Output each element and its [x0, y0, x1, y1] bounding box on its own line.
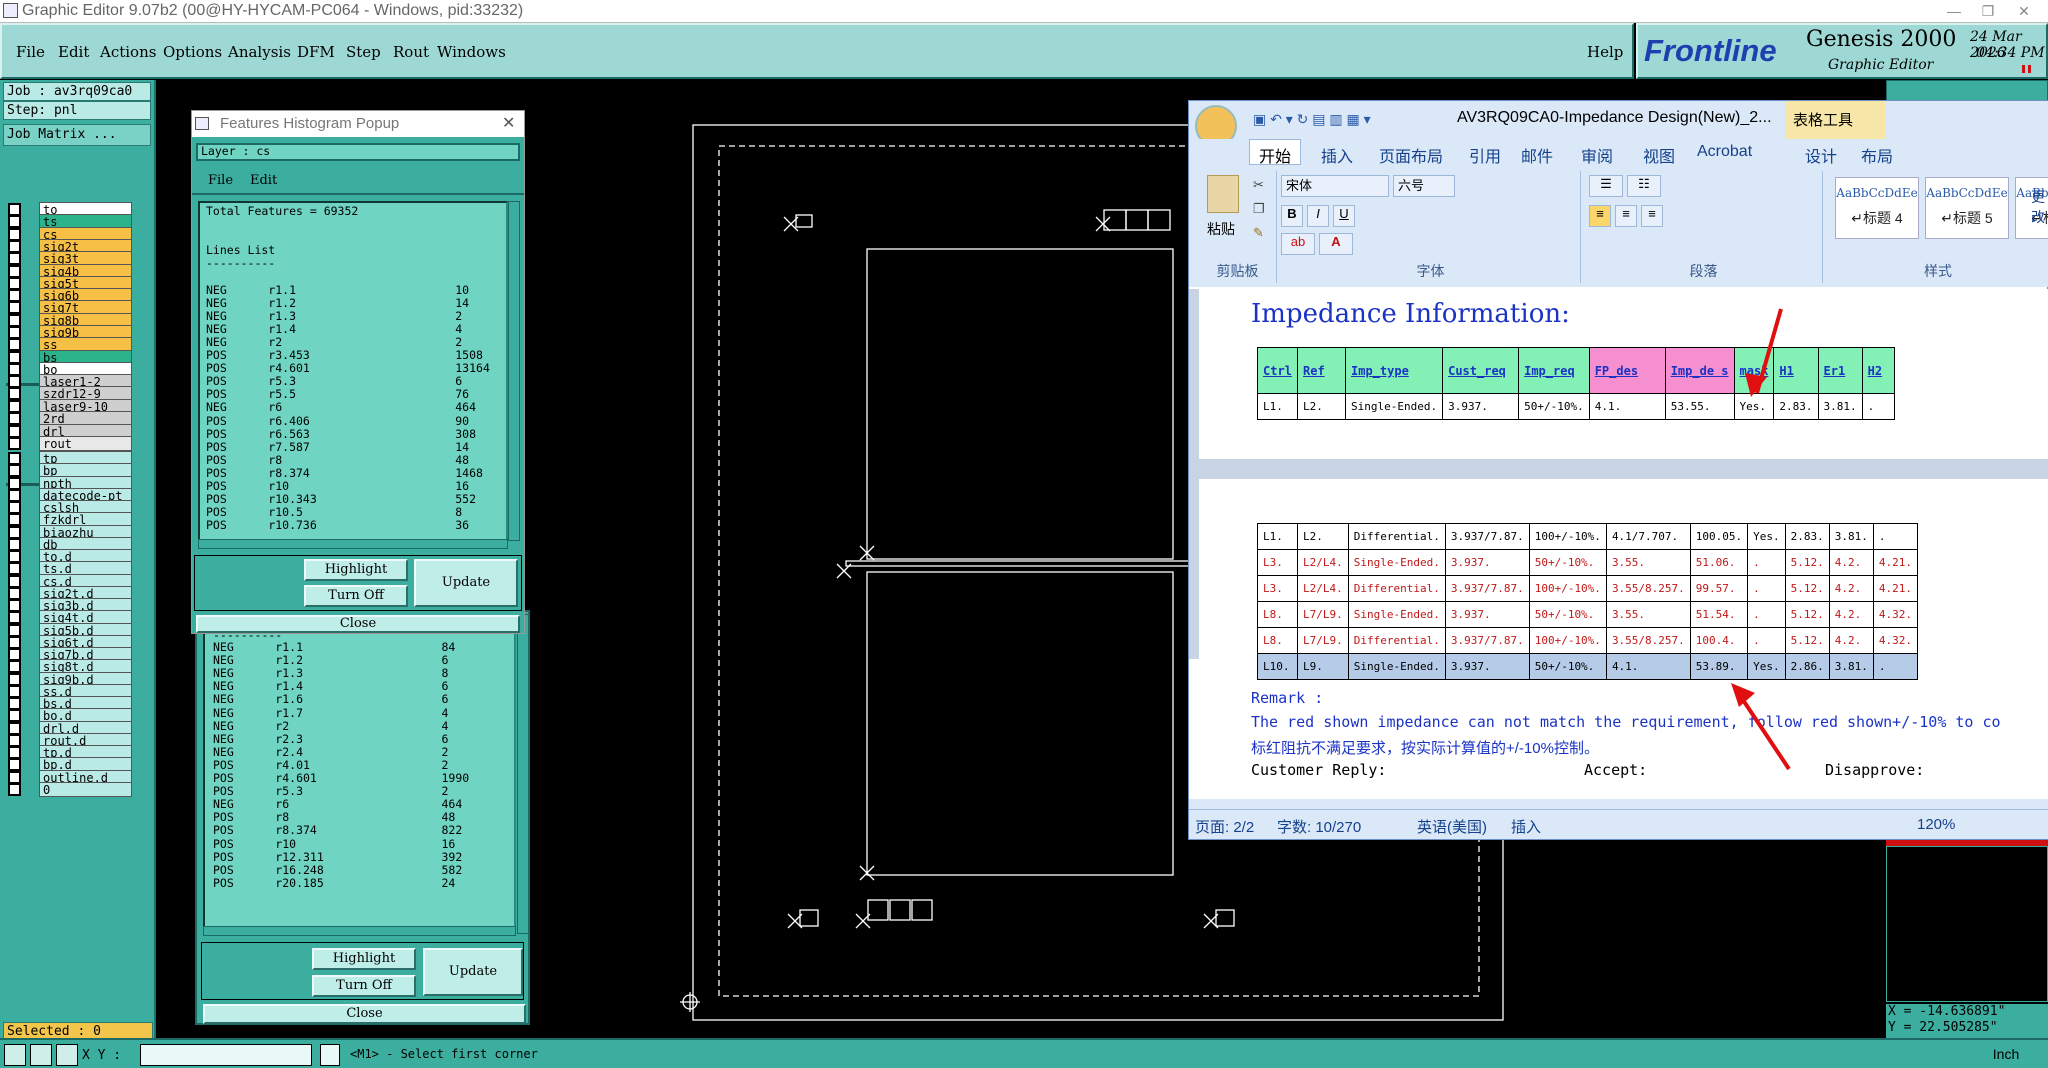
popup-menu-edit[interactable]: Edit — [250, 173, 277, 188]
grid-icon[interactable] — [56, 1044, 78, 1066]
highlight-button[interactable]: Highlight — [304, 559, 408, 581]
highlight-button[interactable]: Highlight — [312, 948, 416, 970]
layer-row[interactable]: rout — [8, 436, 132, 451]
layer-checkbox[interactable] — [8, 782, 21, 796]
genesis-label: Genesis 2000 — [1806, 27, 1957, 52]
menu-dfm[interactable]: DFM — [297, 43, 335, 61]
feature-list-2: Lines List ---------- NEG r1.1 84 NEG r1… — [203, 614, 516, 934]
update-button[interactable]: Update — [414, 559, 518, 607]
histogram-popup-2: Lines List ---------- NEG r1.1 84 NEG r1… — [195, 610, 530, 1025]
layer-row[interactable]: 0 — [8, 781, 132, 797]
unit-top — [866, 248, 1174, 560]
frontline-logo: Frontline — [1644, 33, 1777, 68]
scrollbar-horizontal[interactable] — [198, 539, 508, 549]
word-status-bar: 页面: 2/2 字数: 10/270 英语(美国) 插入 120% — [1189, 809, 2048, 839]
menu-bar: File Edit Actions Options Analysis DFM S… — [0, 23, 1634, 79]
genesis-logo: Frontline Genesis 2000 Graphic Editor 24… — [1636, 23, 2048, 79]
feature-list-text: NEG r1.1 84 NEG r1.2 6 NEG r1.3 8 NEG r1… — [213, 640, 470, 890]
histogram-popup: Features Histogram Popup ✕ Layer : cs Fi… — [191, 110, 525, 634]
time-label: 04:34 PM — [1976, 45, 2045, 61]
popup-title-bar: Features Histogram Popup ✕ — [192, 111, 524, 137]
feature-list: Total Features = 69352 Lines List ------… — [198, 201, 508, 541]
unit-label[interactable]: Inch — [1966, 1044, 2046, 1066]
layer-field: Layer : cs — [196, 143, 520, 161]
popup-title: Features Histogram Popup — [220, 115, 400, 132]
scrollbar[interactable] — [517, 614, 529, 934]
word-count: 字数: 10/270 — [1277, 819, 1362, 836]
menu-analysis[interactable]: Analysis — [228, 43, 291, 61]
app-icon — [195, 117, 209, 130]
layer-name[interactable]: 0 — [39, 781, 132, 797]
word-window: ▣ ↶ ▾ ↻ ▤ ▥ ▦ ▾ AV3RQ09CA0-Impedance Des… — [1188, 100, 2048, 840]
indicator-icon — [2028, 65, 2031, 73]
left-panel: Job : av3rq09ca0 Step: pnl Job Matrix ..… — [0, 80, 156, 1042]
y-coordinate: Y = 22.505285" — [1888, 1020, 1998, 1035]
menu-rout[interactable]: Rout — [393, 43, 429, 61]
editor-label: Graphic Editor — [1828, 57, 1934, 73]
menu-options[interactable]: Options — [163, 43, 222, 61]
insert-mode[interactable]: 插入 — [1511, 816, 1541, 837]
menu-actions[interactable]: Actions — [100, 43, 156, 61]
horizontal-scrollbar[interactable] — [1189, 799, 2048, 809]
mini-view[interactable] — [1886, 846, 2048, 1002]
turn-off-button[interactable]: Turn Off — [304, 585, 408, 607]
annotation-arrows — [1731, 308, 1791, 771]
scrollbar[interactable] — [508, 201, 520, 541]
menu-file[interactable]: File — [16, 43, 45, 61]
menu-edit[interactable]: Edit — [58, 43, 89, 61]
update-button[interactable]: Update — [423, 948, 523, 996]
turn-off-button[interactable]: Turn Off — [312, 975, 416, 997]
divider — [192, 193, 524, 195]
layer-name[interactable]: rout — [39, 436, 132, 451]
step-label: Step: pnl — [3, 101, 151, 120]
menu-step[interactable]: Step — [346, 43, 381, 61]
zoom-level[interactable]: 120% — [1917, 816, 1955, 833]
title-bar: Graphic Editor 9.07b2 (00@HY-HYCAM-PC064… — [0, 0, 2048, 23]
x-coordinate: X = -14.636891" — [1888, 1004, 2006, 1019]
close-button[interactable]: Close — [203, 1004, 526, 1024]
page-count: 页面: 2/2 — [1195, 819, 1255, 836]
job-matrix-button[interactable]: Job Matrix ... — [3, 124, 151, 146]
right-toolbar — [1886, 80, 2048, 102]
close-button[interactable]: Close — [196, 615, 520, 633]
language: 英语(美国) — [1417, 819, 1487, 836]
status-message: <M1> - Select first corner — [346, 1044, 1876, 1066]
feature-list-text: Total Features = 69352 Lines List ------… — [206, 204, 490, 533]
toggle-icon[interactable] — [320, 1044, 340, 1066]
menu-help[interactable]: Help — [1587, 43, 1623, 61]
xy-input[interactable] — [140, 1044, 312, 1066]
window-title: Graphic Editor 9.07b2 (00@HY-HYCAM-PC064… — [22, 2, 524, 19]
status-bar: X Y : <M1> - Select first corner Inch — [0, 1038, 2048, 1068]
coordinate-readout: X = -14.636891" Y = 22.505285" — [1886, 1004, 2048, 1038]
tool-icon[interactable] — [30, 1044, 52, 1066]
xy-label: X Y : — [82, 1048, 122, 1063]
scrollbar-horizontal[interactable] — [203, 926, 516, 936]
unit-bottom — [866, 571, 1174, 876]
app-icon — [3, 3, 18, 18]
popup-menu-file[interactable]: File — [208, 173, 233, 188]
close-icon[interactable]: ✕ — [2002, 0, 2046, 22]
menu-windows[interactable]: Windows — [437, 43, 506, 61]
tool-icon[interactable] — [4, 1044, 26, 1066]
close-icon[interactable]: ✕ — [502, 113, 515, 133]
layer-checkbox[interactable] — [8, 437, 21, 450]
job-label: Job : av3rq09ca0 — [3, 82, 151, 101]
indicator-icon — [2022, 65, 2025, 73]
